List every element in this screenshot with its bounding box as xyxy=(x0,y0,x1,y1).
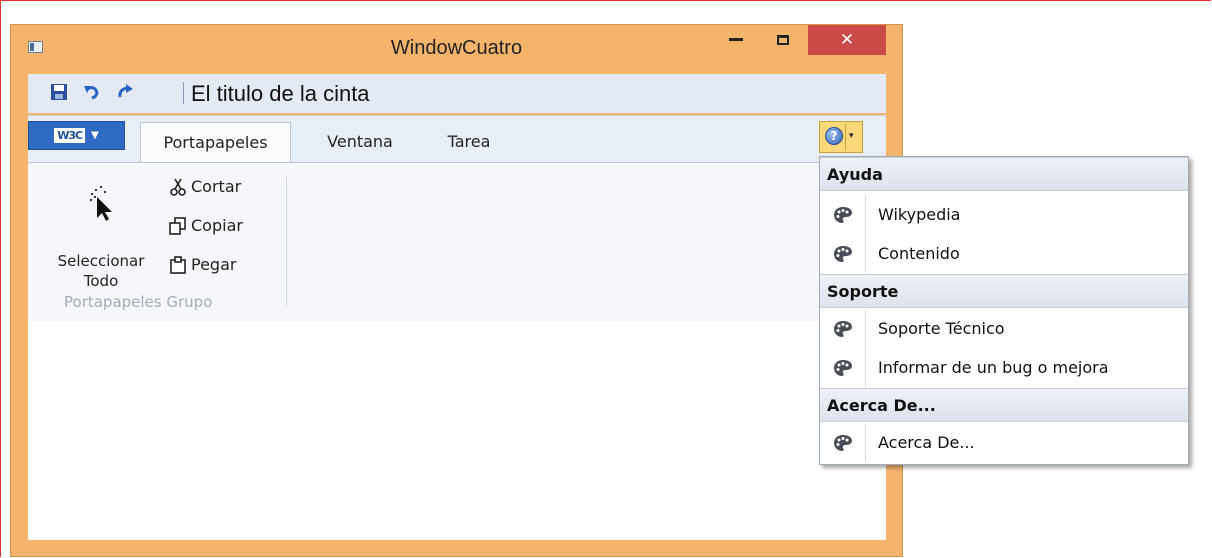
cut-label: Cortar xyxy=(191,177,242,196)
tab-ventana[interactable]: Ventana xyxy=(312,122,408,162)
tab-tarea[interactable]: Tarea xyxy=(430,122,508,162)
dropdown-arrow-icon[interactable]: ▾ xyxy=(849,131,854,141)
copy-button[interactable]: Copiar xyxy=(169,216,243,235)
undo-icon[interactable] xyxy=(83,83,101,101)
minimize-button[interactable] xyxy=(716,25,756,55)
window-content-area[interactable] xyxy=(28,321,886,540)
select-all-label-line1: Seleccionar xyxy=(57,252,145,270)
title-bar[interactable]: WindowCuatro ✕ xyxy=(11,25,902,71)
select-all-button[interactable]: Seleccionar Todo xyxy=(56,183,146,291)
application-menu-button[interactable]: W3C ▼ xyxy=(28,121,125,150)
w3c-logo-icon: W3C xyxy=(54,128,86,143)
menu-item-acerca-de[interactable]: Acerca De... xyxy=(820,424,1188,462)
quick-access-toolbar: El titulo de la cinta xyxy=(28,74,886,113)
quick-access-separator xyxy=(183,82,184,104)
close-button[interactable]: ✕ xyxy=(808,25,886,55)
copy-icon xyxy=(169,216,186,235)
palette-icon xyxy=(833,246,852,262)
menu-section-acerca-de: Acerca De... xyxy=(820,388,1188,422)
menu-item-label: Informar de un bug o mejora xyxy=(878,358,1109,377)
save-icon[interactable] xyxy=(50,83,68,101)
menu-item-wikypedia[interactable]: Wikypedia xyxy=(820,196,1188,234)
select-cursor-icon xyxy=(90,186,112,221)
split-divider xyxy=(845,124,846,150)
select-all-label-line2: Todo xyxy=(83,272,119,290)
menu-item-label: Contenido xyxy=(878,244,960,263)
palette-icon xyxy=(833,435,852,451)
redo-icon[interactable] xyxy=(116,83,134,101)
paste-button[interactable]: Pegar xyxy=(169,255,236,274)
palette-icon xyxy=(833,360,852,376)
help-dropdown-menu: Ayuda Wikypedia Contenido Soporte Soport… xyxy=(819,156,1189,465)
cut-button[interactable]: Cortar xyxy=(169,177,241,196)
maximize-icon xyxy=(777,35,789,45)
maximize-button[interactable] xyxy=(763,25,803,55)
help-icon[interactable]: ? xyxy=(825,127,843,145)
menu-item-soporte-tecnico[interactable]: Soporte Técnico xyxy=(820,310,1188,348)
chevron-down-icon: ▼ xyxy=(91,130,99,141)
application-window: WindowCuatro ✕ El titulo de la cinta W3C… xyxy=(10,24,903,557)
copy-label: Copiar xyxy=(191,216,243,235)
menu-item-contenido[interactable]: Contenido xyxy=(820,235,1188,273)
help-split-button[interactable]: ? ▾ xyxy=(819,121,863,153)
menu-section-ayuda: Ayuda xyxy=(820,157,1188,191)
group-label: Portapapeles Grupo xyxy=(64,293,213,311)
menu-item-informar-bug[interactable]: Informar de un bug o mejora xyxy=(820,349,1188,387)
paste-label: Pegar xyxy=(191,255,237,274)
group-separator xyxy=(286,177,287,307)
tab-portapapeles[interactable]: Portapapeles xyxy=(140,122,291,162)
menu-item-label: Soporte Técnico xyxy=(878,319,1005,338)
tab-panel-portapapeles: Seleccionar Todo Cortar Copiar Pegar Por… xyxy=(28,162,886,322)
menu-item-label: Acerca De... xyxy=(878,433,975,452)
scissors-icon xyxy=(170,178,186,196)
palette-icon xyxy=(833,207,852,223)
menu-item-label: Wikypedia xyxy=(878,205,961,224)
paste-icon xyxy=(170,255,186,274)
menu-section-soporte: Soporte xyxy=(820,274,1188,308)
ribbon-title: El titulo de la cinta xyxy=(191,81,370,106)
ribbon: W3C ▼ Portapapeles Ventana Tarea ? ▾ Sel… xyxy=(28,115,886,322)
palette-icon xyxy=(833,321,852,337)
minimize-icon xyxy=(729,38,743,41)
